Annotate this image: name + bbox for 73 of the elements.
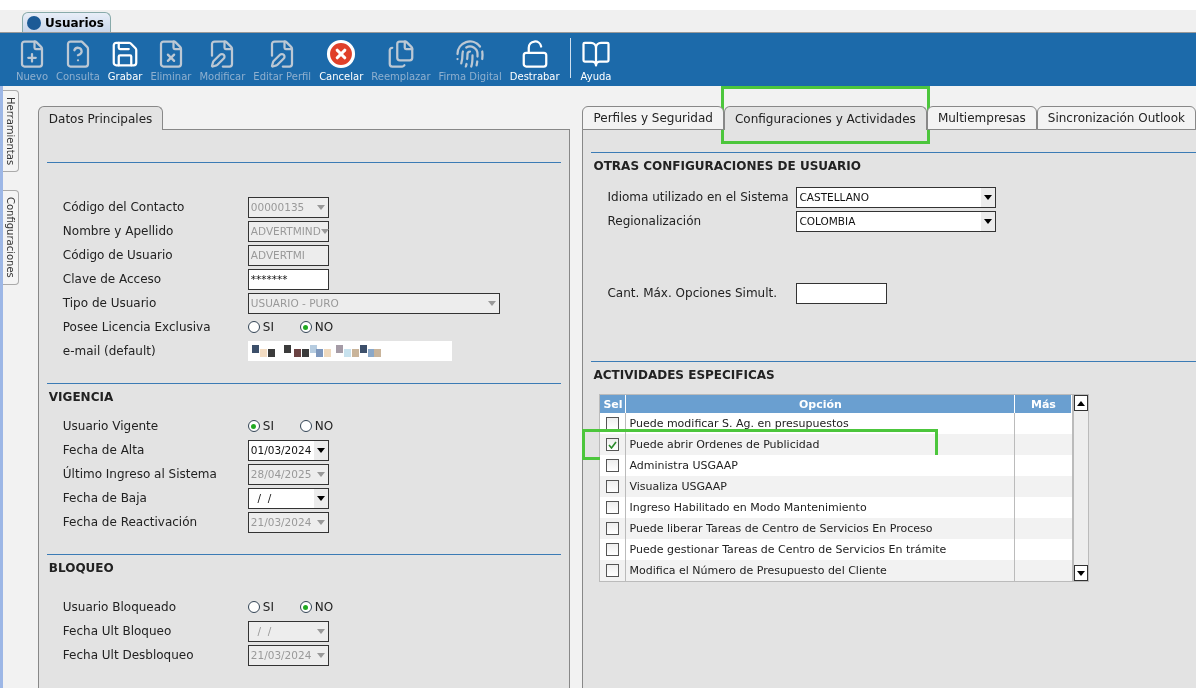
field-label: Usuario Bloqueado — [62, 600, 178, 614]
book-icon — [581, 39, 612, 69]
dropdown-field[interactable]: COLOMBIA — [796, 210, 997, 232]
toolbar-button[interactable]: Ayuda — [576, 39, 616, 82]
field-label: Último Ingreso al Sistema — [62, 467, 218, 481]
checkbox[interactable] — [606, 480, 620, 493]
dropdown-field[interactable]: / / — [247, 487, 329, 509]
fingerprint-icon — [455, 39, 486, 69]
field-label: Cant. Máx. Opciones Simult. — [607, 286, 779, 300]
scrollbar[interactable] — [1073, 394, 1090, 582]
field-label: Fecha de Reactivación — [62, 515, 199, 529]
panel-tab[interactable]: Configuraciones y Actividades — [723, 106, 927, 130]
dropdown-field[interactable]: CASTELLANO — [796, 186, 997, 208]
field-label: Posee Licencia Exclusiva — [62, 320, 212, 334]
field-label: Regionalización — [607, 214, 703, 228]
radio-option[interactable]: NO — [299, 419, 352, 433]
checkbox[interactable] — [606, 564, 620, 577]
window-tab[interactable]: Usuarios — [22, 12, 111, 32]
input-field[interactable] — [796, 282, 888, 304]
field-label: e-mail (default) — [62, 344, 157, 358]
section-title: VIGENCIA — [47, 389, 115, 406]
field-label: Fecha Ult Bloqueo — [62, 624, 173, 638]
radio-option[interactable]: NO — [299, 600, 352, 614]
checkbox[interactable] — [606, 543, 620, 556]
down-arrow-icon — [1077, 570, 1086, 576]
caret-icon[interactable] — [316, 447, 325, 453]
radio-button[interactable] — [299, 420, 312, 432]
field-label: Idioma utilizado en el Sistema — [607, 190, 790, 204]
checkbox[interactable] — [606, 438, 620, 451]
scroll-up-button[interactable] — [1074, 395, 1089, 411]
toolbar-button[interactable]: Cancelar — [315, 39, 368, 82]
panel-tab[interactable]: Datos Principales — [37, 106, 164, 130]
toolbar-button[interactable]: Destrabar — [505, 39, 564, 82]
caret-icon[interactable] — [984, 218, 993, 224]
checkbox[interactable] — [606, 459, 620, 472]
panel-tab[interactable]: Perfiles y Seguridad — [582, 106, 724, 130]
radio-option[interactable]: SI — [247, 419, 300, 433]
radio-button[interactable] — [247, 601, 260, 613]
field-label: Clave de Acceso — [62, 272, 163, 286]
scroll-down-button[interactable] — [1074, 565, 1089, 581]
panel-tab[interactable]: Sincronización Outlook — [1036, 106, 1196, 130]
field-label: Fecha de Alta — [62, 443, 146, 457]
radio-button[interactable] — [247, 321, 260, 333]
checkbox[interactable] — [606, 522, 620, 535]
field-label: Código del Contacto — [62, 200, 186, 214]
up-arrow-icon — [1077, 400, 1086, 406]
field-label: Código de Usuario — [62, 248, 174, 262]
checkbox[interactable] — [606, 501, 620, 514]
radio-option[interactable]: SI — [247, 600, 300, 614]
cancel-icon — [326, 39, 357, 69]
section-title: ACTIVIDADES ESPECIFICAS — [592, 367, 776, 384]
radio-button[interactable] — [299, 601, 312, 613]
side-tab[interactable]: Configuraciones — [3, 190, 19, 285]
input-field[interactable]: ******* — [247, 268, 329, 290]
radio-option[interactable]: SI — [247, 320, 300, 334]
field-label: Usuario Vigente — [62, 419, 160, 433]
logo-icon — [27, 15, 41, 30]
field-label: Tipo de Usuario — [62, 296, 158, 310]
section-title: OTRAS CONFIGURACIONES DE USUARIO — [592, 158, 862, 175]
toolbar-button[interactable]: Grabar — [103, 39, 147, 82]
field-label: Fecha Ult Desbloqueo — [62, 648, 195, 662]
radio-button[interactable] — [247, 420, 260, 432]
radio-option[interactable]: NO — [299, 320, 352, 334]
caret-icon[interactable] — [984, 194, 993, 200]
section-title: BLOQUEO — [47, 560, 115, 577]
radio-button[interactable] — [299, 321, 312, 333]
table-cell: Modifica el Número de Presupuesto del Cliente — [626, 560, 1016, 581]
caret-icon[interactable] — [316, 495, 325, 501]
dropdown-field[interactable]: 01/03/2024 — [247, 439, 329, 461]
field-label: Fecha de Baja — [62, 491, 148, 505]
panel-tab[interactable]: Multiempresas — [926, 106, 1037, 130]
field-label: Nombre y Apellido — [62, 224, 175, 238]
side-tab[interactable]: Herramientas — [3, 90, 19, 173]
